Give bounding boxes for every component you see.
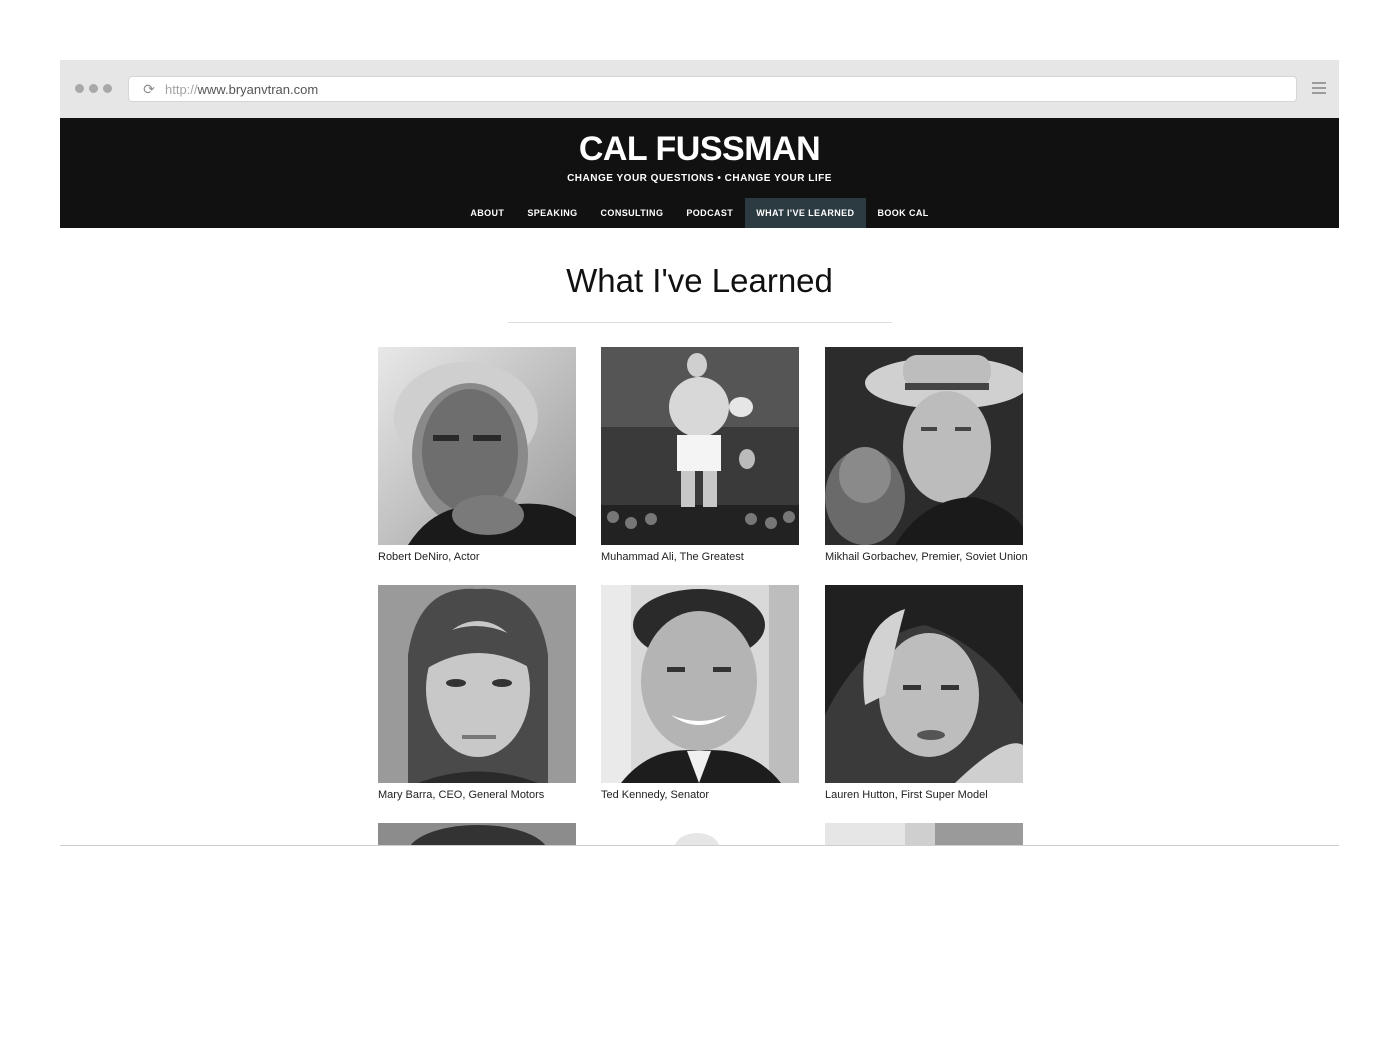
reload-icon[interactable]: ⟳ <box>141 81 157 97</box>
interview-card[interactable]: Mary Barra, CEO, General Motors <box>378 585 576 801</box>
nav-item-podcast[interactable]: PODCAST <box>675 198 745 228</box>
page-title: What I've Learned <box>566 262 833 299</box>
interview-caption[interactable]: Ted Kennedy, Senator <box>601 789 799 801</box>
browser-window: ⟳ http://www.bryanvtran.com CAL FUSSMAN … <box>60 60 1339 846</box>
window-controls <box>75 84 112 93</box>
portrait-photo[interactable] <box>825 585 1023 783</box>
portrait-photo[interactable] <box>378 347 576 545</box>
nav-item-book-cal[interactable]: BOOK CAL <box>866 198 940 228</box>
interview-card[interactable]: Robert DeNiro, Actor <box>378 347 576 563</box>
portrait-photo[interactable] <box>601 585 799 783</box>
portrait-photo[interactable] <box>601 347 799 545</box>
portrait-photo[interactable] <box>601 823 799 846</box>
interview-card-partial[interactable] <box>601 823 799 846</box>
address-bar[interactable]: ⟳ http://www.bryanvtran.com <box>128 76 1297 102</box>
interview-card-partial[interactable] <box>825 823 1023 846</box>
window-dot-icon[interactable] <box>103 84 112 93</box>
interview-caption[interactable]: Mikhail Gorbachev, Premier, Soviet Union <box>825 551 1028 563</box>
interview-card[interactable]: Ted Kennedy, Senator <box>601 585 799 801</box>
window-dot-icon[interactable] <box>75 84 84 93</box>
nav-item-what-ive-learned[interactable]: WHAT I'VE LEARNED <box>744 198 866 228</box>
url-host: www.bryanvtran.com <box>197 81 319 97</box>
browser-toolbar: ⟳ http://www.bryanvtran.com <box>60 60 1339 118</box>
nav-item-consulting[interactable]: CONSULTING <box>589 198 675 228</box>
interview-card-partial[interactable] <box>378 823 576 846</box>
portrait-photo[interactable] <box>825 347 1023 545</box>
window-dot-icon[interactable] <box>89 84 98 93</box>
nav-item-about[interactable]: ABOUT <box>459 198 516 228</box>
title-divider <box>508 322 892 323</box>
portrait-photo[interactable] <box>378 823 576 846</box>
interview-card[interactable]: Lauren Hutton, First Super Model <box>825 585 1023 801</box>
interview-card[interactable]: Mikhail Gorbachev, Premier, Soviet Union <box>825 347 1028 563</box>
site-tagline: CHANGE YOUR QUESTIONS • CHANGE YOUR LIFE <box>567 173 832 184</box>
url-text[interactable]: http://www.bryanvtran.com <box>165 82 318 97</box>
interview-card[interactable]: Muhammad Ali, The Greatest <box>601 347 799 563</box>
interview-caption[interactable]: Mary Barra, CEO, General Motors <box>378 789 576 801</box>
interview-caption[interactable]: Muhammad Ali, The Greatest <box>601 551 799 563</box>
url-protocol: http:// <box>165 81 198 97</box>
portrait-photo[interactable] <box>378 585 576 783</box>
site-header: CAL FUSSMAN CHANGE YOUR QUESTIONS • CHAN… <box>60 118 1339 228</box>
nav-item-speaking[interactable]: SPEAKING <box>516 198 589 228</box>
interview-caption[interactable]: Robert DeNiro, Actor <box>378 551 576 563</box>
hamburger-menu-icon[interactable] <box>1312 82 1326 96</box>
portrait-photo[interactable] <box>825 823 1023 846</box>
main-nav: ABOUT SPEAKING CONSULTING PODCAST WHAT I… <box>60 198 1339 228</box>
interview-caption[interactable]: Lauren Hutton, First Super Model <box>825 789 1023 801</box>
site-logo[interactable]: CAL FUSSMAN <box>60 130 1339 169</box>
